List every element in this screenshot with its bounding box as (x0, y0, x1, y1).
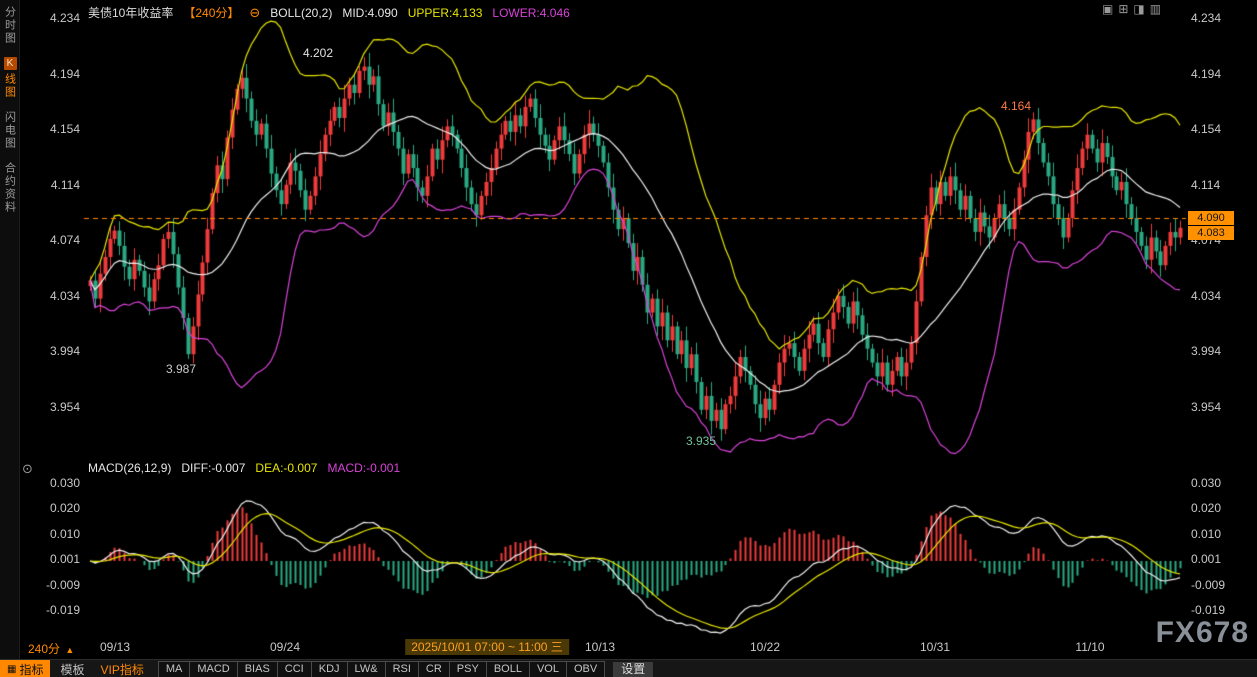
x-axis-date-label: 09/24 (270, 640, 300, 654)
layout-rows-icon[interactable]: ▥ (1150, 2, 1161, 16)
indicator-tab-lw[interactable]: LW& (347, 661, 386, 677)
layout-grid-icon[interactable]: ⊞ (1118, 2, 1128, 16)
x-axis-date-label: 11/10 (1075, 640, 1104, 654)
indicator-tab-row: MAMACDBIASCCIKDJLW&RSICRPSYBOLLVOLOBV (158, 661, 604, 677)
period-label[interactable]: 240分 ▲ (28, 640, 74, 657)
chart-header: 美债10年收益率 【240分】 ⊖ BOLL(20,2) MID:4.090 U… (88, 4, 570, 21)
macd-y-tick-left: 0.010 (26, 527, 80, 541)
main-y-tick-right: 4.194 (1191, 67, 1245, 81)
macd-y-tick-right: 0.001 (1191, 552, 1245, 566)
x-axis: 240分 ▲ 2025/10/01 07:00 ~ 11:00 三 09/13 0… (0, 637, 1257, 658)
main-y-tick-left: 3.994 (26, 344, 80, 358)
macd-y-tick-left: 0.030 (26, 476, 80, 490)
indicator-tab-obv[interactable]: OBV (566, 661, 605, 677)
indicator-tab-macd[interactable]: MACD (189, 661, 237, 677)
main-y-tick-left: 3.954 (26, 400, 80, 414)
x-axis-date-label: 10/31 (920, 640, 950, 654)
indicator-tab-boll[interactable]: BOLL (486, 661, 530, 677)
trading-chart-app: 分时图 K 线图闪电图合约资料 美债10年收益率 【240分】 ⊖ BOLL(20,… (0, 0, 1257, 677)
window-layout-icons: ▣ ⊞ ◨ ▥ (1102, 2, 1161, 16)
macd-y-tick-right: 0.010 (1191, 527, 1245, 541)
sidebar-item-label: 线图 (4, 73, 16, 99)
sidebar-item-kline[interactable]: K 线图 (2, 57, 18, 99)
macd-y-tick-left: 0.020 (26, 501, 80, 515)
chart-type-sidebar: 分时图 K 线图闪电图合约资料 (0, 0, 20, 664)
boll-mid-value: MID:4.090 (342, 6, 397, 20)
main-y-tick-right: 4.154 (1191, 122, 1245, 136)
macd-y-tick-left: 0.001 (26, 552, 80, 566)
macd-y-tick-right: 0.030 (1191, 476, 1245, 490)
price-annotation: 3.987 (166, 362, 196, 376)
indicator-tab-cr[interactable]: CR (418, 661, 450, 677)
macd-diff-value: DIFF:-0.007 (181, 461, 245, 475)
indicator-tab-cci[interactable]: CCI (277, 661, 312, 677)
main-y-tick-right: 4.234 (1191, 11, 1245, 25)
indicator-tab-psy[interactable]: PSY (449, 661, 487, 677)
x-axis-date-label: 09/13 (100, 640, 130, 654)
kline-badge-icon: K (4, 57, 17, 70)
main-y-tick-right: 3.954 (1191, 400, 1245, 414)
main-y-tick-right: 4.034 (1191, 289, 1245, 303)
indicator-button-label: 指标 (19, 661, 43, 677)
boll-upper-value: UPPER:4.133 (408, 6, 483, 20)
settings-button[interactable]: 设置 (613, 662, 653, 677)
x-axis-date-label: 10/22 (750, 640, 780, 654)
sidebar-item-label: 分时图 (4, 6, 16, 45)
main-y-tick-left: 4.114 (26, 178, 80, 192)
main-y-tick-left: 4.074 (26, 233, 80, 247)
indicator-tab-kdj[interactable]: KDJ (311, 661, 348, 677)
period-tag[interactable]: 【240分】 (183, 4, 239, 21)
minus-circle-icon[interactable]: ⊖ (249, 5, 260, 21)
macd-y-tick-right: -0.009 (1191, 578, 1245, 592)
macd-macd-value: MACD:-0.001 (327, 461, 400, 475)
menu-grid-icon: ▦ (7, 664, 16, 675)
candlestick-chart-canvas[interactable] (0, 0, 1257, 677)
main-y-tick-left: 4.234 (26, 11, 80, 25)
price-line-tag: 4.090 (1188, 211, 1234, 225)
main-y-tick-right: 4.114 (1191, 178, 1245, 192)
boll-indicator-label: BOLL(20,2) (270, 6, 332, 20)
layout-single-icon[interactable]: ▣ (1102, 2, 1113, 16)
vip-indicator-button[interactable]: VIP指标 (94, 661, 149, 677)
main-y-tick-left: 4.154 (26, 122, 80, 136)
last-price-tag: 4.083 (1188, 226, 1234, 240)
sidebar-item-lightning[interactable]: 闪电图 (2, 111, 18, 150)
sidebar-item-label: 闪电图 (4, 111, 16, 150)
price-annotation: 4.202 (303, 46, 333, 60)
indicator-tab-bias[interactable]: BIAS (237, 661, 278, 677)
selected-bar-date-label: 2025/10/01 07:00 ~ 11:00 三 (405, 639, 569, 655)
indicator-tab-vol[interactable]: VOL (529, 661, 567, 677)
boll-lower-value: LOWER:4.046 (492, 6, 569, 20)
x-axis-date-label: 10/13 (585, 640, 615, 654)
instrument-title: 美债10年收益率 (88, 4, 173, 21)
price-annotation: 3.935 (686, 434, 716, 448)
macd-dea-value: DEA:-0.007 (255, 461, 317, 475)
main-y-tick-right: 3.994 (1191, 344, 1245, 358)
macd-y-tick-left: -0.009 (26, 578, 80, 592)
indicator-tab-rsi[interactable]: RSI (385, 661, 419, 677)
template-button[interactable]: 模板 (50, 661, 94, 677)
macd-header: MACD(26,12,9) DIFF:-0.007 DEA:-0.007 MAC… (88, 461, 400, 475)
period-label-text: 240分 (28, 642, 60, 656)
sidebar-item-contract-info[interactable]: 合约资料 (2, 162, 18, 214)
main-y-tick-left: 4.194 (26, 67, 80, 81)
layout-split-icon[interactable]: ◨ (1133, 2, 1144, 16)
macd-y-tick-right: 0.020 (1191, 501, 1245, 515)
price-annotation: 4.164 (1001, 99, 1031, 113)
bottom-toolbar: ▦ 指标 模板 VIP指标 MAMACDBIASCCIKDJLW&RSICRPS… (0, 659, 1257, 677)
main-y-tick-left: 4.034 (26, 289, 80, 303)
indicator-button[interactable]: ▦ 指标 (0, 660, 50, 677)
sidebar-item-timeshare[interactable]: 分时图 (2, 6, 18, 45)
period-up-arrow-icon: ▲ (65, 645, 74, 655)
macd-y-tick-left: -0.019 (26, 603, 80, 617)
macd-indicator-label: MACD(26,12,9) (88, 461, 171, 475)
sidebar-item-label: 合约资料 (4, 162, 16, 214)
macd-panel-icon[interactable]: ⊙ (22, 461, 33, 477)
indicator-tab-ma[interactable]: MA (158, 661, 191, 677)
fx678-watermark: FX678 (1156, 616, 1249, 650)
macd-y-tick-right: -0.019 (1191, 603, 1245, 617)
